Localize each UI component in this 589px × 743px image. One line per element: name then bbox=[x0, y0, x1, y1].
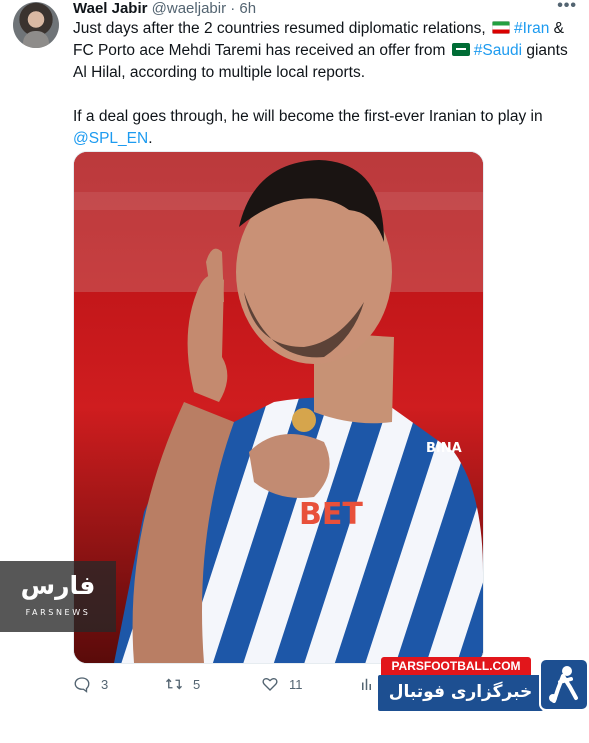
saudi-flag-icon bbox=[451, 43, 470, 56]
text-segment: . bbox=[148, 130, 153, 147]
text-line-4: If a deal goes through, he will become t… bbox=[73, 108, 543, 125]
svg-text:BINA: BINA bbox=[426, 441, 462, 456]
hashtag-saudi[interactable]: #Saudi bbox=[474, 42, 522, 59]
football-player-icon bbox=[539, 658, 589, 711]
player-photo: BET BINA bbox=[74, 152, 483, 663]
handle[interactable]: @waeljabir bbox=[152, 0, 226, 17]
farsnews-watermark: فارس FARSNEWS bbox=[0, 561, 116, 632]
retweet-icon bbox=[166, 678, 182, 690]
like-count: 11 bbox=[289, 676, 303, 692]
text-segment: FC Porto ace Mehdi Taremi has received a… bbox=[73, 42, 446, 59]
text-segment: Just days after the 2 countries resumed … bbox=[73, 20, 486, 37]
heart-icon bbox=[262, 678, 278, 691]
views-button[interactable] bbox=[359, 675, 377, 693]
text-line-3: Al Hilal, according to multiple local re… bbox=[73, 64, 366, 81]
text-line-5: @SPL_EN. bbox=[73, 128, 573, 150]
banner-title: خبرگزاری فوتبال ایران bbox=[378, 675, 543, 736]
reply-button[interactable]: 3 bbox=[73, 675, 108, 693]
text-segment: giants bbox=[526, 42, 568, 59]
display-name[interactable]: Wael Jabir bbox=[73, 0, 147, 17]
retweet-count: 5 bbox=[193, 676, 201, 692]
like-button[interactable]: 11 bbox=[261, 675, 303, 693]
watermark-text: FARSNEWS bbox=[25, 608, 91, 617]
watermark-logo: فارس bbox=[20, 571, 96, 600]
text-line-1: Just days after the 2 countries resumed … bbox=[73, 18, 573, 40]
iran-flag-icon bbox=[492, 21, 510, 34]
separator: · bbox=[230, 0, 236, 17]
reply-count: 3 bbox=[101, 676, 109, 692]
svg-text:BET: BET bbox=[299, 497, 363, 532]
tweet-text: Just days after the 2 countries resumed … bbox=[73, 18, 573, 150]
text-segment: & bbox=[553, 20, 564, 37]
reply-icon bbox=[74, 677, 90, 693]
tweet: Wael Jabir @waeljabir · 6h ••• Just days… bbox=[0, 0, 589, 736]
tweet-header: Wael Jabir @waeljabir · 6h bbox=[73, 0, 256, 18]
mention-spl[interactable]: @SPL_EN bbox=[73, 130, 148, 147]
retweet-button[interactable]: 5 bbox=[165, 675, 200, 693]
more-options-icon[interactable]: ••• bbox=[557, 0, 577, 14]
timestamp[interactable]: 6h bbox=[239, 0, 256, 17]
tweet-photo[interactable]: BET BINA bbox=[73, 151, 484, 664]
avatar[interactable] bbox=[13, 2, 59, 48]
hashtag-iran[interactable]: #Iran bbox=[514, 20, 549, 37]
views-icon bbox=[362, 678, 371, 690]
banner-site: PARSFOOTBALL.COM bbox=[381, 657, 531, 675]
text-line-2: FC Porto ace Mehdi Taremi has received a… bbox=[73, 40, 573, 62]
parsfootball-banner: PARSFOOTBALL.COM خبرگزاری فوتبال ایران bbox=[378, 657, 589, 736]
